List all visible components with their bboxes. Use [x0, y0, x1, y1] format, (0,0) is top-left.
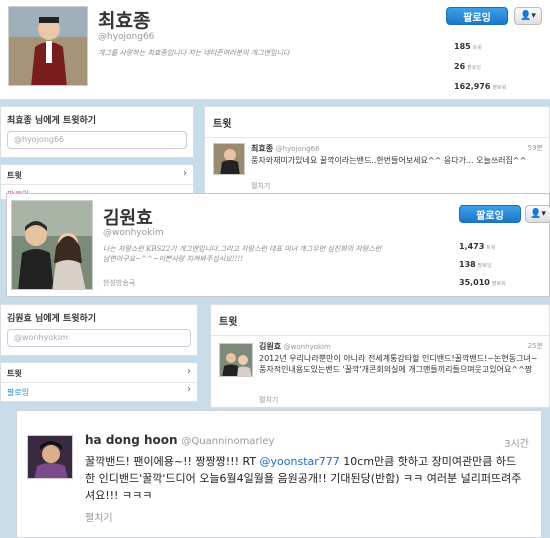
expand-link[interactable]: 펼치기	[85, 509, 113, 524]
profile-name: 김원효	[103, 208, 153, 229]
tweet-handle[interactable]: @wonhyokim	[284, 343, 331, 351]
couple-photo-icon	[12, 201, 92, 289]
tweet-to-input[interactable]: @hyojong66	[7, 131, 187, 149]
chevron-right-icon: ›	[187, 384, 191, 395]
chevron-down-icon: ▾	[531, 11, 536, 21]
user-icon: 👤	[520, 11, 532, 21]
nav-label: 트윗	[7, 171, 22, 180]
profile-header-1: 최효종 @hyojong66 개그를 사랑하는 최효종입니다 저는 네티즌여러분…	[0, 0, 550, 100]
stat-tweets[interactable]: 1,473 트윗	[459, 234, 496, 253]
tweets-header: 트윗	[219, 317, 238, 328]
tweet-header: 김원효 @wonhyokim	[259, 341, 331, 352]
chevron-right-icon: ›	[187, 366, 191, 377]
person-photo-icon	[220, 149, 240, 174]
chevron-down-icon: ▾	[541, 209, 546, 219]
person-photo-icon	[28, 436, 72, 478]
tweet-author[interactable]: ha dong hoon	[85, 433, 178, 447]
stat-following[interactable]: 26 팔로잉	[454, 54, 481, 73]
tweet-author[interactable]: 김원효	[259, 342, 281, 351]
following-button[interactable]: 팔로잉	[446, 7, 508, 25]
tweet-to-title: 최효종 님에게 트윗하기	[7, 116, 97, 126]
tweet-handle[interactable]: @Quanninomarley	[181, 436, 274, 447]
expand-link[interactable]: 펼치기	[251, 181, 270, 191]
tweet-text: 풍자와재미가있네요 꿀깍이라는밴드..한번들어보세요^^ 응다가... 오늘쓰러…	[251, 156, 527, 165]
stat-followers[interactable]: 162,976 팔로워	[454, 74, 506, 93]
couple-photo-icon	[222, 353, 252, 376]
user-menu-button[interactable]: 👤 ▾	[525, 205, 550, 223]
tweet-text: 2012년 우리나라뿐만이 아니라 전세계통강타할 인디밴드!꿀깍밴드!~논현동…	[259, 354, 538, 374]
profile-location: 한성방송국	[103, 279, 136, 287]
stat-label: 팔로잉	[477, 263, 492, 269]
profile-bio: 나는 자랑스런 KBS22기 개그맨입니다.그리고 자랑스런 대표 미녀 개그우…	[103, 245, 382, 263]
zoomed-tweet-panel: ha dong hoon @Quanninomarley 3시간 꿀깍밴드! 팬…	[16, 410, 542, 538]
profile-handle: @hyojong66	[98, 32, 155, 42]
following-button[interactable]: 팔로잉	[459, 205, 521, 223]
profile-handle: @wonhyokim	[103, 228, 164, 238]
nav-item-tweets[interactable]: 트윗 ›	[1, 363, 197, 383]
profile-bio: 개그를 사랑하는 최효종입니다 저는 네티즌여러분의 개그맨입니다	[98, 49, 290, 57]
user-icon: 👤	[530, 209, 542, 219]
tweets-panel: 트윗 최효종 @hyojong66 59분 풍자와재미가있네요 꿀깍이라는밴드.…	[204, 106, 550, 200]
tweet-to-box: 김원효 님에게 트윗하기 @wonhyokim	[0, 304, 198, 356]
nav-item-following[interactable]: 팔로잉 ›	[1, 383, 197, 401]
tweet-header: 최효종 @hyojong66	[251, 143, 320, 154]
profile-name: 최효종	[98, 10, 151, 32]
avatar[interactable]	[11, 200, 93, 290]
tweet-time[interactable]: 25분	[528, 341, 543, 351]
stat-label: 팔로워	[491, 281, 506, 287]
tweet-to-title: 김원효 님에게 트윗하기	[7, 314, 97, 324]
nav-item-tweets[interactable]: 트윗 ›	[1, 165, 193, 185]
tweet-time[interactable]: 3시간	[504, 435, 529, 450]
avatar[interactable]	[8, 6, 88, 86]
tweet-to-input[interactable]: @wonhyokim	[7, 329, 191, 347]
profile-nav: 트윗 › 팔로잉 ›	[0, 362, 198, 402]
tweet-text-part: 꿀깍밴드! 팬이에용~!! 짱짱짱!!! RT	[85, 455, 260, 468]
tweet-avatar[interactable]	[219, 343, 253, 377]
tweet-time[interactable]: 59분	[528, 143, 543, 153]
stat-label: 트윗	[486, 245, 496, 251]
stat-following[interactable]: 138 팔로잉	[459, 252, 492, 271]
tweet-handle[interactable]: @hyojong66	[276, 145, 320, 153]
user-menu-button[interactable]: 👤 ▾	[514, 7, 542, 25]
chevron-right-icon: ›	[183, 168, 187, 179]
nav-label: 트윗	[7, 369, 22, 378]
stat-tweets[interactable]: 185 트윗	[454, 34, 482, 53]
stat-label: 트윗	[472, 45, 482, 51]
tweet-author[interactable]: 최효종	[251, 144, 273, 153]
tweets-header: 트윗	[213, 119, 232, 130]
nav-label: 팔로잉	[7, 388, 30, 397]
stat-num: 26	[454, 62, 466, 71]
tweet-header: ha dong hoon @Quanninomarley	[85, 433, 274, 447]
tweet-avatar[interactable]	[27, 435, 73, 479]
stat-num: 138	[459, 260, 476, 269]
stat-followers[interactable]: 35,010 팔로워	[459, 270, 506, 289]
stat-num: 35,010	[459, 278, 490, 287]
tweet-avatar[interactable]	[213, 143, 245, 175]
stat-label: 팔로잉	[467, 65, 481, 71]
stat-label: 팔로워	[492, 85, 507, 91]
tweet-text: 꿀깍밴드! 팬이에용~!! 짱짱짱!!! RT @yoonstar777 10c…	[85, 453, 525, 504]
tweets-panel: 트윗 김원효 @wonhyokim 25분 2012년 우리나라뿐만이 아니라 …	[210, 304, 550, 408]
person-photo-icon	[9, 7, 87, 85]
mention-link[interactable]: @yoonstar777	[260, 455, 340, 468]
tweet-to-box: 최효종 님에게 트윗하기 @hyojong66	[0, 106, 194, 158]
stat-num: 185	[454, 42, 471, 51]
stat-num: 162,976	[454, 82, 491, 91]
profile-header-2: 김원효 @wonhyokim 나는 자랑스런 KBS22기 개그맨입니다.그리고…	[6, 193, 550, 297]
stat-num: 1,473	[459, 242, 485, 251]
expand-link[interactable]: 펼치기	[259, 395, 278, 405]
